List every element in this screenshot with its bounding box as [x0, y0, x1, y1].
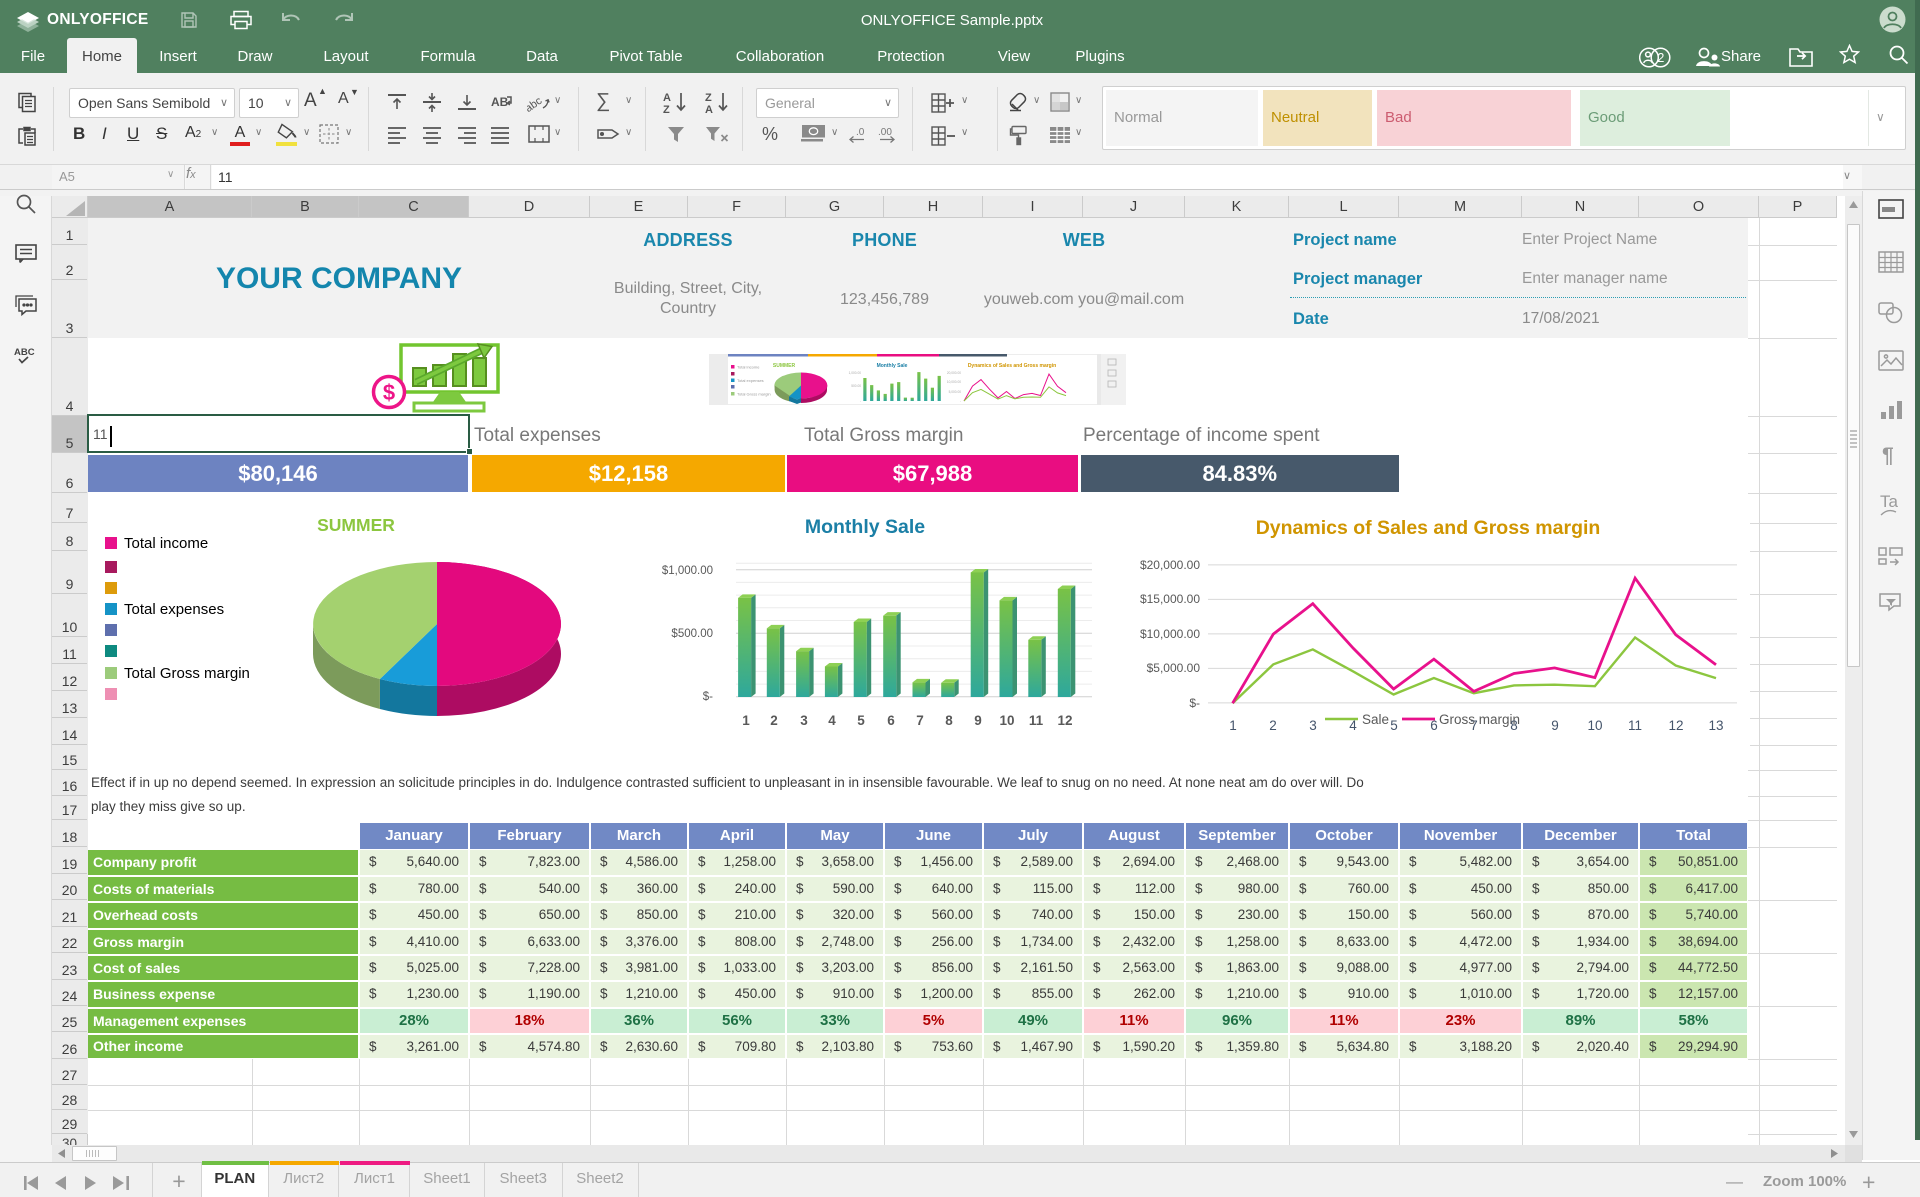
svg-text:Gross margin: Gross margin: [1439, 712, 1520, 727]
svg-text:9: 9: [1551, 718, 1559, 733]
svg-text:11: 11: [1628, 718, 1642, 733]
svg-text:4: 4: [1349, 718, 1357, 733]
svg-text:6: 6: [1430, 718, 1438, 733]
svg-text:Total Gross margin: Total Gross margin: [124, 665, 250, 682]
svg-text:Monthly Sale: Monthly Sale: [877, 363, 908, 369]
svg-text:3: 3: [800, 713, 808, 728]
svg-text:Total income: Total income: [737, 365, 760, 370]
svg-text:2: 2: [770, 713, 778, 728]
svg-text:9: 9: [974, 713, 982, 728]
svg-text:7: 7: [1470, 718, 1478, 733]
svg-text:.00: .00: [878, 127, 892, 138]
svg-text:12: 12: [1057, 713, 1072, 728]
svg-text:1: 1: [1229, 718, 1237, 733]
svg-text:SUMMER: SUMMER: [317, 515, 395, 535]
svg-text:$1,000.00: $1,000.00: [662, 565, 713, 577]
svg-text:4: 4: [828, 713, 836, 728]
svg-text:A: A: [663, 92, 671, 104]
svg-text:3: 3: [1309, 718, 1317, 733]
svg-text:Total expenses: Total expenses: [737, 378, 764, 383]
svg-text:Z: Z: [663, 104, 670, 115]
svg-text:11: 11: [1029, 713, 1044, 728]
svg-text:SUMMER: SUMMER: [773, 363, 796, 369]
svg-text:Sale: Sale: [1362, 712, 1389, 727]
svg-text:-: -: [860, 399, 861, 403]
svg-text:Z: Z: [705, 92, 712, 104]
svg-text:$-: $-: [1189, 696, 1200, 710]
svg-text:$5,000.00: $5,000.00: [1147, 661, 1201, 675]
svg-text:A: A: [705, 104, 713, 115]
svg-text:10: 10: [1587, 718, 1602, 733]
svg-text:5: 5: [1390, 718, 1398, 733]
svg-text:6: 6: [887, 713, 895, 728]
svg-text:ABC: ABC: [14, 347, 35, 358]
svg-text:1: 1: [742, 713, 750, 728]
svg-text:Total Gross margin: Total Gross margin: [737, 392, 771, 397]
svg-text:10,000.00: 10,000.00: [947, 380, 961, 384]
svg-text:1,000.00: 1,000.00: [849, 371, 862, 375]
svg-text:7: 7: [916, 713, 924, 728]
svg-text:$20,000.00: $20,000.00: [1140, 558, 1200, 572]
svg-text:5,000.00: 5,000.00: [949, 390, 962, 394]
svg-text:$500.00: $500.00: [671, 628, 713, 640]
svg-text:-: -: [960, 399, 961, 403]
svg-text:8: 8: [1510, 718, 1518, 733]
svg-text:13: 13: [1708, 718, 1723, 733]
svg-text:Total expenses: Total expenses: [124, 601, 224, 618]
svg-text:Dynamics of Sales and Gross ma: Dynamics of Sales and Gross margin: [1256, 517, 1601, 539]
svg-text:$10,000.00: $10,000.00: [1140, 627, 1200, 641]
svg-text:abc: abc: [527, 95, 545, 113]
svg-text:20,000.00: 20,000.00: [947, 371, 961, 375]
svg-text:2: 2: [1269, 718, 1277, 733]
svg-text:AB: AB: [491, 95, 509, 109]
svg-text:$-: $-: [703, 691, 713, 703]
svg-text:12: 12: [1668, 718, 1683, 733]
svg-text:2: 2: [1657, 51, 1664, 65]
svg-text:500.00: 500.00: [851, 384, 861, 388]
svg-text:Total income: Total income: [124, 535, 208, 552]
svg-text:$15,000.00: $15,000.00: [1140, 592, 1200, 606]
svg-text:5: 5: [857, 713, 865, 728]
svg-text:Monthly Sale: Monthly Sale: [805, 516, 925, 538]
svg-text:8: 8: [945, 713, 953, 728]
svg-text:Dynamics of Sales and Gross ma: Dynamics of Sales and Gross margin: [968, 363, 1056, 369]
svg-text:$: $: [383, 380, 395, 405]
svg-text:.0: .0: [856, 127, 865, 138]
svg-text:10: 10: [999, 713, 1014, 728]
